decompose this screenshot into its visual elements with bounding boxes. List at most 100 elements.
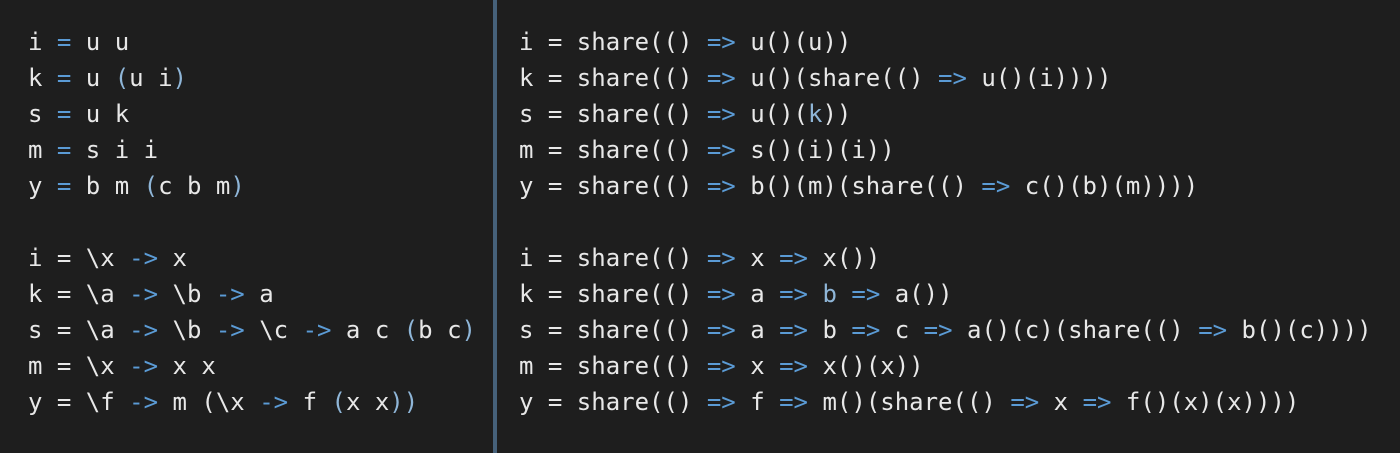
code-token: x x	[158, 352, 216, 380]
code-token: u()(share(()	[735, 64, 939, 92]
code-token: c()(b)(m))))	[1010, 172, 1199, 200]
operator-token: =>	[779, 316, 809, 344]
operator-token: =>	[706, 316, 736, 344]
operator-token: =>	[938, 64, 967, 92]
code-token: m()(share(()	[808, 388, 1011, 416]
code-token: s i i	[71, 136, 159, 164]
code-token: x x	[345, 388, 390, 416]
operator-token: =>	[1082, 388, 1112, 416]
left-code-pane[interactable]: i = u uk = u (u i) s = u km = s i iy = b …	[0, 0, 493, 453]
operator-token: =>	[706, 352, 736, 380]
code-token: x	[735, 352, 780, 380]
right-code-line: m = share(() => x => x()(x))	[519, 348, 1372, 384]
code-token: k = share(()	[519, 280, 707, 308]
code-token: a	[244, 280, 274, 308]
left-code-line: y = b m (c b m)	[28, 168, 476, 204]
code-token: y	[28, 172, 57, 200]
code-token: s	[28, 100, 57, 128]
operator-token: ->	[129, 388, 159, 416]
right-code-line: s = share(() => a => b => c => a()(c)(sh…	[519, 312, 1372, 348]
operator-token: ->	[259, 388, 289, 416]
code-token: x	[1039, 388, 1083, 416]
right-code-line: i = share(() => x => x())	[519, 240, 1372, 276]
operator-token: ->	[129, 316, 159, 344]
operator-token: ->	[215, 316, 245, 344]
code-token: c b m	[158, 172, 231, 200]
highlight-token: k	[808, 100, 823, 128]
code-token: b()(m)(share(()	[735, 172, 982, 200]
operator-token: ->	[302, 316, 332, 344]
left-code-line: k = \a -> \b -> a	[28, 276, 476, 312]
right-code-line: y = share(() => f => m()(share(() => x =…	[519, 384, 1372, 420]
code-token: s = \a	[28, 316, 130, 344]
code-token: u	[71, 64, 115, 92]
operator-token: =>	[851, 280, 881, 308]
operator-token: =>	[779, 244, 809, 272]
operator-token: =	[56, 136, 72, 164]
code-token: m = \x	[28, 352, 130, 380]
operator-token: =>	[706, 172, 736, 200]
right-code-line: m = share(() => s()(i)(i))	[519, 132, 1372, 168]
operator-token: =>	[923, 316, 953, 344]
right-code-block: i = share(() => u()(u)) k = share(() => u…	[519, 24, 1372, 420]
code-token: ))	[822, 100, 852, 128]
left-code-line: k = u (u i)	[28, 60, 476, 96]
right-code-line: y = share(() => b()(m)(share(() => c()(b…	[519, 168, 1372, 204]
pane-divider[interactable]	[493, 0, 497, 453]
code-token: s()(i)(i))	[735, 136, 895, 164]
code-token: \b	[158, 316, 216, 344]
left-code-line: m = \x -> x x	[28, 348, 476, 384]
operator-token: =	[56, 28, 72, 56]
operator-token: =>	[851, 316, 881, 344]
left-code-line: i = u u	[28, 24, 476, 60]
operator-token: ->	[129, 352, 159, 380]
code-token: y = share(()	[519, 388, 707, 416]
operator-token: ->	[215, 280, 245, 308]
code-token: y = share(()	[519, 172, 707, 200]
code-token: m	[28, 136, 57, 164]
code-token: m = share(()	[519, 352, 707, 380]
code-token: m (\x	[158, 388, 260, 416]
right-code-line: i = share(() => u()(u))	[519, 24, 1372, 60]
code-token: m = share(()	[519, 136, 707, 164]
code-token: f	[288, 388, 332, 416]
right-code-line: s = share(() => u()(k))	[519, 96, 1372, 132]
code-token: i	[28, 28, 57, 56]
code-token: a())	[880, 280, 953, 308]
code-token: x())	[808, 244, 881, 272]
operator-token: =>	[706, 136, 736, 164]
code-token: u k	[71, 100, 130, 128]
code-token: k	[28, 64, 57, 92]
left-code-line: i = \x -> x	[28, 240, 476, 276]
left-code-line: y = \f -> m (\x -> f (x x))	[28, 384, 476, 420]
code-token: a()(c)(share(()	[952, 316, 1199, 344]
code-token: y = \f	[28, 388, 130, 416]
operator-token: =>	[1010, 388, 1040, 416]
right-code-pane[interactable]: i = share(() => u()(u)) k = share(() => u…	[498, 0, 1400, 453]
code-token: x	[158, 244, 187, 272]
operator-token: =>	[706, 28, 736, 56]
code-token: k = \a	[28, 280, 130, 308]
operator-token: =>	[706, 280, 736, 308]
left-code-line: m = s i i	[28, 132, 476, 168]
code-token: a c	[331, 316, 404, 344]
code-token: f()(x)(x))))	[1111, 388, 1300, 416]
code-token: a	[735, 280, 780, 308]
left-code-block: i = u uk = u (u i) s = u km = s i iy = b …	[28, 24, 476, 420]
highlight-token: (	[143, 172, 159, 200]
left-code-line	[28, 204, 476, 240]
operator-token: =>	[981, 172, 1011, 200]
highlight-token: )	[172, 64, 187, 92]
operator-token: =>	[779, 352, 809, 380]
code-token: s = share(()	[519, 100, 707, 128]
highlight-token: (	[331, 388, 346, 416]
operator-token: =>	[779, 280, 809, 308]
operator-token: ->	[129, 244, 159, 272]
code-token: k = share(()	[519, 64, 707, 92]
operator-token: =>	[706, 100, 736, 128]
operator-token: =>	[706, 64, 736, 92]
code-comparison-view: i = u uk = u (u i) s = u km = s i iy = b …	[0, 0, 1400, 453]
operator-token: =>	[706, 244, 736, 272]
code-token: c	[880, 316, 924, 344]
